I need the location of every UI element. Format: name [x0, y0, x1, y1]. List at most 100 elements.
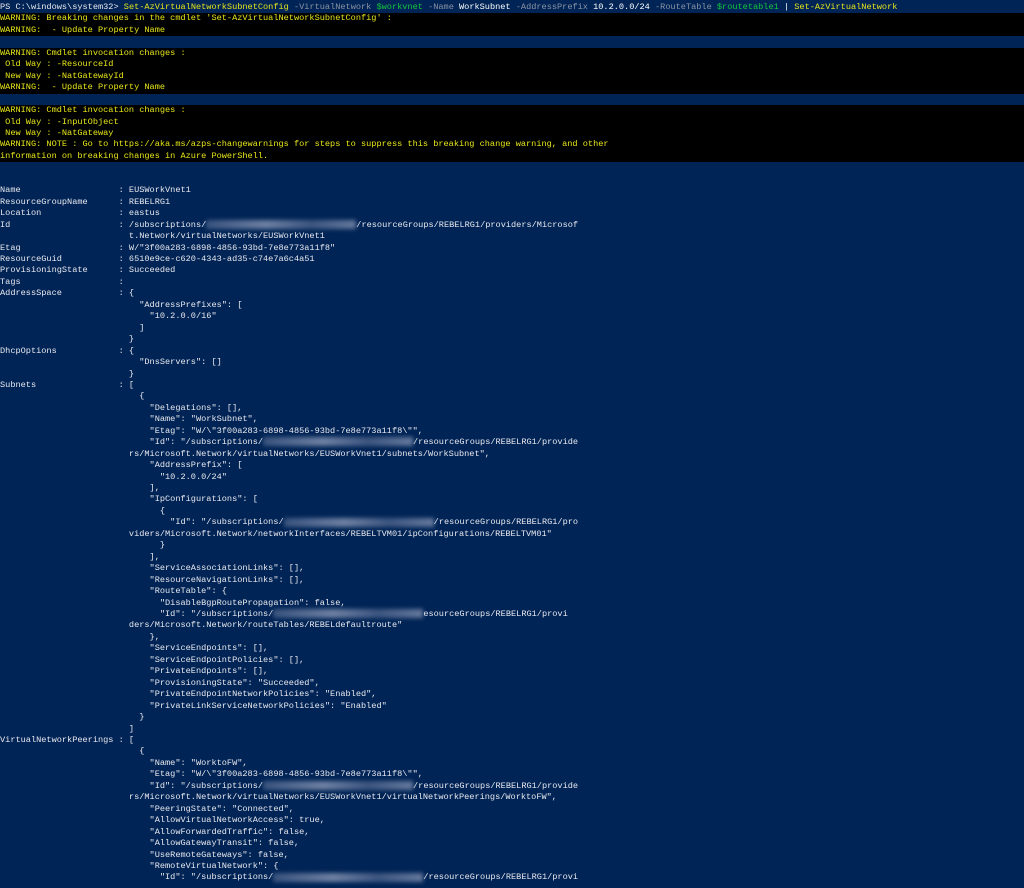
cmdlet-name: Set-AzVirtualNetwork [794, 2, 897, 12]
line-text: VirtualNetworkPeerings : [ [0, 735, 134, 745]
output-line: }, [0, 632, 1024, 643]
redacted-subscription-id [206, 220, 356, 229]
line-text: "UseRemoteGateways": false, [0, 850, 289, 860]
output-line: } [0, 369, 1024, 380]
line-text: /resourceGroups/REBELRG1/providers/Micro… [356, 220, 578, 230]
output-line: VirtualNetworkPeerings : [ [0, 735, 1024, 746]
output-line: ] [0, 323, 1024, 334]
warning-line: New Way : -NatGatewayId [0, 71, 1024, 82]
output-line [0, 94, 1024, 105]
line-text: /resourceGroups/REBELRG1/pro [434, 517, 578, 527]
line-text: "AllowGatewayTransit": false, [0, 838, 299, 848]
output-line: Name : EUSWorkVnet1 [0, 185, 1024, 196]
line-text: information on breaking changes in Azure… [0, 151, 268, 161]
output-line: "ServiceEndpoints": [], [0, 643, 1024, 654]
line-text: Etag : W/"3f00a283-6898-4856-93bd-7e8e77… [0, 243, 335, 253]
line-text: rs/Microsoft.Network/virtualNetworks/EUS… [0, 449, 490, 459]
line-text: "Etag": "W/\"3f00a283-6898-4856-93bd-7e8… [0, 426, 423, 436]
output-line: "Name": "WorktoFW", [0, 758, 1024, 769]
output-line: ], [0, 552, 1024, 563]
line-text: "Id": "/subscriptions/ [0, 872, 273, 882]
output-line: "AddressPrefix": [ [0, 460, 1024, 471]
output-line: "10.2.0.0/24" [0, 472, 1024, 483]
variable: $workvnet [376, 2, 422, 12]
line-text: AddressSpace : { [0, 288, 134, 298]
line-text: Name : EUSWorkVnet1 [0, 185, 191, 195]
line-text: "Delegations": [], [0, 403, 242, 413]
output-line: "PrivateEndpointNetworkPolicies": "Enabl… [0, 689, 1024, 700]
line-text: "PeeringState": "Connected", [0, 804, 294, 814]
line-text: "ProvisioningState": "Succeeded", [0, 678, 320, 688]
line-text: "PrivateEndpointNetworkPolicies": "Enabl… [0, 689, 376, 699]
warning-line: Old Way : -ResourceId [0, 59, 1024, 70]
output-line: ResourceGroupName : REBELRG1 [0, 197, 1024, 208]
output-line: "UseRemoteGateways": false, [0, 850, 1024, 861]
output-line: "DisableBgpRoutePropagation": false, [0, 598, 1024, 609]
warning-line: WARNING: - Update Property Name [0, 25, 1024, 36]
output-line: "AllowForwardedTraffic": false, [0, 827, 1024, 838]
line-text: ResourceGuid : 6510e9ce-c620-4343-ad35-c… [0, 254, 315, 264]
output-line: "Id": "/subscriptions//resourceGroups/RE… [0, 437, 1024, 448]
line-text: Tags : [0, 277, 124, 287]
output-line: } [0, 712, 1024, 723]
output-line: { [0, 506, 1024, 517]
warning-line: New Way : -NatGateway [0, 128, 1024, 139]
redacted-subscription-id [284, 518, 434, 527]
output-line: "Id": "/subscriptions//resourceGroups/RE… [0, 781, 1024, 792]
line-text: Id : /subscriptions/ [0, 220, 206, 230]
line-text: rs/Microsoft.Network/virtualNetworks/EUS… [0, 792, 557, 802]
variable: $routetable1 [717, 2, 779, 12]
output-line: "ServiceEndpointPolicies": [], [0, 655, 1024, 666]
output-line: rs/Microsoft.Network/virtualNetworks/EUS… [0, 792, 1024, 803]
output-line: rs/Microsoft.Network/virtualNetworks/EUS… [0, 449, 1024, 460]
command-line: PS C:\windows\system32> Set-AzVirtualNet… [0, 2, 1024, 13]
line-text: "AddressPrefixes": [ [0, 300, 242, 310]
warning-line: WARNING: Cmdlet invocation changes : [0, 48, 1024, 59]
line-text: Subnets : [ [0, 380, 134, 390]
output-line: ], [0, 483, 1024, 494]
line-text: /resourceGroups/REBELRG1/provide [413, 437, 578, 447]
output-line: AddressSpace : { [0, 288, 1024, 299]
parameter: -VirtualNetwork [289, 2, 377, 12]
line-text: "PrivateEndpoints": [], [0, 666, 268, 676]
output-line: "Name": "WorkSubnet", [0, 414, 1024, 425]
line-text: } [0, 369, 134, 379]
output-line: "PeeringState": "Connected", [0, 804, 1024, 815]
line-text: "10.2.0.0/16" [0, 311, 217, 321]
output-line: ResourceGuid : 6510e9ce-c620-4343-ad35-c… [0, 254, 1024, 265]
line-text: }, [0, 632, 160, 642]
output-line [0, 36, 1024, 47]
output-line: "Id": "/subscriptions//resourceGroups/RE… [0, 517, 1024, 528]
output-line: t.Network/virtualNetworks/EUSWorkVnet1 [0, 231, 1024, 242]
line-text: { [0, 391, 144, 401]
output-line: "Id": "/subscriptions/esourceGroups/REBE… [0, 609, 1024, 620]
output-line: "Etag": "W/\"3f00a283-6898-4856-93bd-7e8… [0, 769, 1024, 780]
output-line: "DnsServers": [] [0, 357, 1024, 368]
line-text: t.Network/virtualNetworks/EUSWorkVnet1 [0, 231, 325, 241]
line-text: "RouteTable": { [0, 586, 227, 596]
output-line: "10.2.0.0/16" [0, 311, 1024, 322]
output-line: "Etag": "W/\"3f00a283-6898-4856-93bd-7e8… [0, 426, 1024, 437]
line-text: ], [0, 552, 160, 562]
redacted-subscription-id [273, 609, 423, 618]
line-text: ] [0, 323, 144, 333]
redacted-subscription-id [263, 781, 413, 790]
powershell-console[interactable]: PS C:\windows\system32> Set-AzVirtualNet… [0, 2, 1024, 884]
line-text: ders/Microsoft.Network/routeTables/REBEL… [0, 620, 402, 630]
line-text: "ServiceAssociationLinks": [], [0, 563, 304, 573]
line-text: "Id": "/subscriptions/ [0, 609, 273, 619]
argument: 10.2.0.0/24 [593, 2, 650, 12]
output-line: "PrivateEndpoints": [], [0, 666, 1024, 677]
cmdlet-name: Set-AzVirtualNetworkSubnetConfig [124, 2, 289, 12]
parameter: -RouteTable [650, 2, 717, 12]
output-line: viders/Microsoft.Network/networkInterfac… [0, 529, 1024, 540]
line-text: /resourceGroups/REBELRG1/provi [423, 872, 578, 882]
warning-line: WARNING: NOTE : Go to https://aka.ms/azp… [0, 139, 1024, 150]
output-line: "AddressPrefixes": [ [0, 300, 1024, 311]
line-text: ProvisioningState : Succeeded [0, 265, 175, 275]
line-text: ] [0, 724, 134, 734]
output-line: } [0, 540, 1024, 551]
warning-line: WARNING: Breaking changes in the cmdlet … [0, 13, 1024, 24]
line-text: "Etag": "W/\"3f00a283-6898-4856-93bd-7e8… [0, 769, 423, 779]
line-text: viders/Microsoft.Network/networkInterfac… [0, 529, 552, 539]
